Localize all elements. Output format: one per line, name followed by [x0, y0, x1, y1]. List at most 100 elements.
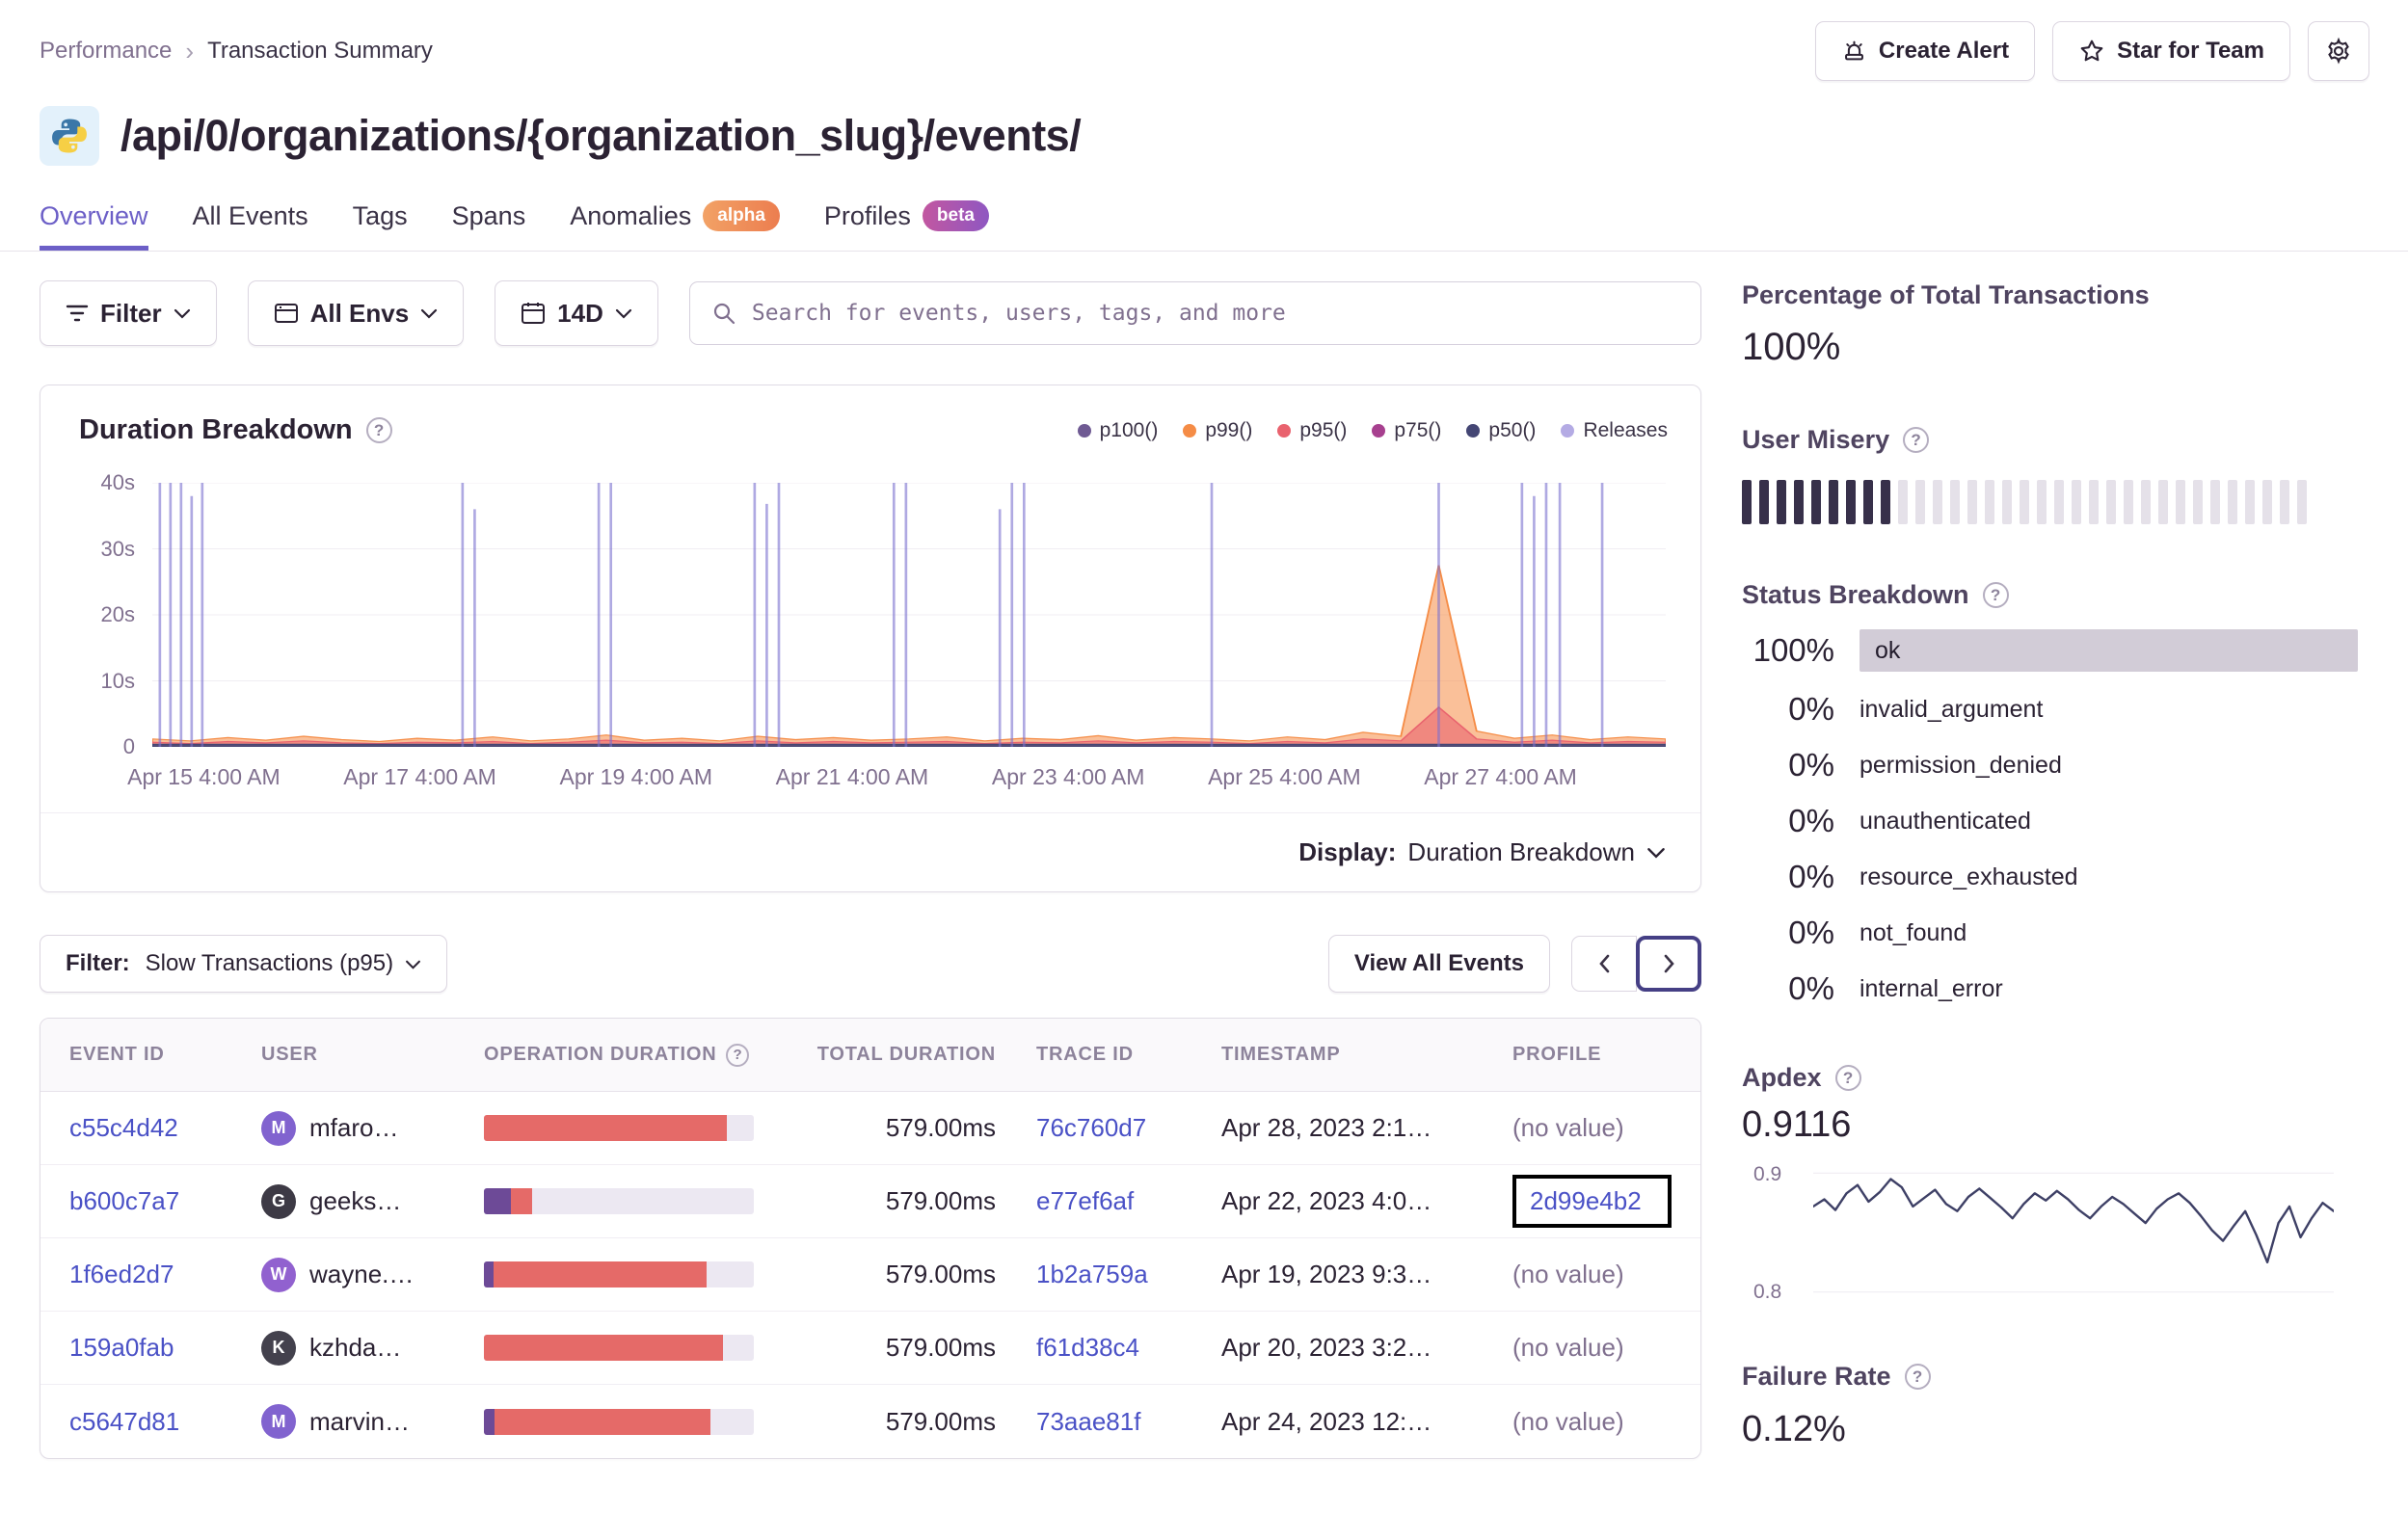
- x-tick: Apr 17 4:00 AM: [343, 764, 496, 789]
- user-misery-bar: [2262, 480, 2272, 524]
- chevron-right-icon: [1664, 954, 1674, 973]
- duration-chart[interactable]: 40s 30s 20s 10s 0 Apr 15 4:00 AM Apr 17 …: [40, 470, 1700, 807]
- pagination: [1571, 936, 1701, 992]
- tab-all-events[interactable]: All Events: [193, 200, 308, 251]
- percent-total-value: 100%: [1742, 326, 1841, 368]
- operation-duration-bar: [484, 1335, 754, 1361]
- avatar: M: [261, 1110, 296, 1146]
- event-id-link[interactable]: c5647d81: [69, 1407, 261, 1437]
- user-misery-bar: [1950, 480, 1960, 524]
- tab-anomalies[interactable]: Anomalies alpha: [570, 200, 780, 251]
- display-dropdown[interactable]: Display: Duration Breakdown: [40, 812, 1700, 891]
- timestamp-cell: Apr 28, 2023 2:1…: [1221, 1113, 1432, 1142]
- legend-item-p95[interactable]: p95(): [1277, 419, 1347, 442]
- python-icon: [40, 106, 99, 166]
- legend-item-p75[interactable]: p75(): [1372, 419, 1441, 442]
- beta-badge: beta: [922, 200, 989, 231]
- tab-profiles[interactable]: Profiles beta: [824, 200, 989, 251]
- topbar: Performance › Transaction Summary Create…: [0, 0, 2408, 81]
- column-trace-id: Trace ID: [1036, 1044, 1134, 1065]
- trace-id-link[interactable]: 1b2a759a: [1036, 1260, 1221, 1289]
- event-id-link[interactable]: b600c7a7: [69, 1186, 261, 1216]
- user-misery-bar: [2054, 480, 2064, 524]
- op-bar-db-segment: [484, 1261, 494, 1287]
- status-breakdown-title: Status Breakdown: [1742, 580, 1969, 609]
- event-id-link[interactable]: 1f6ed2d7: [69, 1260, 261, 1289]
- y-tick: 10s: [100, 668, 135, 693]
- user-name: marvin…: [309, 1406, 411, 1436]
- help-icon[interactable]: ?: [1904, 1364, 1931, 1390]
- help-icon[interactable]: ?: [1903, 427, 1930, 453]
- profile-link[interactable]: 2d99e4b2: [1530, 1186, 1642, 1215]
- legend-label: Releases: [1583, 418, 1668, 441]
- user-cell: Wwayne.…: [261, 1257, 484, 1292]
- filter-controls: Filter All Envs 14D: [40, 280, 1701, 346]
- status-row: 100% ok: [1742, 629, 2358, 672]
- filter-label: Filter: [100, 298, 162, 328]
- gear-icon: [2328, 37, 2349, 65]
- user-misery-bar: [2158, 480, 2168, 524]
- filter-dropdown-button[interactable]: Filter: [40, 280, 217, 346]
- legend-item-releases[interactable]: Releases: [1561, 419, 1668, 442]
- tab-spans[interactable]: Spans: [452, 200, 526, 251]
- user-misery-bar: [2106, 480, 2116, 524]
- x-axis: Apr 15 4:00 AM Apr 17 4:00 AM Apr 19 4:0…: [127, 756, 1666, 807]
- view-all-events-label: View All Events: [1353, 950, 1524, 976]
- star-for-team-button[interactable]: Star for Team: [2052, 21, 2290, 81]
- date-range-dropdown-button[interactable]: 14D: [495, 280, 658, 346]
- legend-item-p100[interactable]: p100(): [1077, 419, 1158, 442]
- display-value: Duration Breakdown: [1407, 837, 1635, 866]
- op-bar-db-segment: [484, 1188, 511, 1214]
- op-bar-http-segment: [495, 1408, 711, 1435]
- total-duration-cell: 579.00ms: [885, 1113, 996, 1142]
- y-axis: 40s 30s 20s 10s 0: [40, 470, 152, 758]
- user-misery-bar: [2245, 480, 2255, 524]
- legend-item-p99[interactable]: p99(): [1183, 419, 1252, 442]
- create-alert-button[interactable]: Create Alert: [1814, 21, 2036, 81]
- operation-duration-cell: [484, 1335, 815, 1361]
- legend-label: p50(): [1488, 418, 1537, 441]
- legend-dot: [1277, 423, 1292, 438]
- trace-id-link[interactable]: f61d38c4: [1036, 1333, 1221, 1363]
- environment-label: All Envs: [309, 298, 410, 328]
- legend-item-p50[interactable]: p50(): [1466, 419, 1536, 442]
- column-user: User: [261, 1044, 318, 1065]
- user-cell: Mmfaro…: [261, 1110, 484, 1146]
- previous-page-button[interactable]: [1571, 936, 1637, 992]
- view-all-events-button[interactable]: View All Events: [1327, 935, 1550, 993]
- next-page-button[interactable]: [1636, 936, 1701, 992]
- apdex-tick: 0.9: [1753, 1163, 1782, 1185]
- op-bar-db-segment: [484, 1408, 495, 1435]
- status-row: 0% not_found: [1742, 915, 2358, 951]
- trace-id-link[interactable]: 73aae81f: [1036, 1407, 1221, 1437]
- tab-overview[interactable]: Overview: [40, 200, 148, 251]
- environment-dropdown-button[interactable]: All Envs: [247, 280, 465, 346]
- failure-rate-section: Failure Rate ? 0.12%: [1742, 1362, 2358, 1450]
- help-icon[interactable]: ?: [1834, 1065, 1861, 1091]
- breadcrumb: Performance › Transaction Summary: [40, 37, 433, 66]
- user-misery-bar: [2193, 480, 2203, 524]
- event-id-link[interactable]: c55c4d42: [69, 1113, 261, 1143]
- x-tick: Apr 19 4:00 AM: [559, 764, 713, 789]
- user-misery-bar: [1829, 480, 1838, 524]
- search-input[interactable]: [751, 282, 1679, 344]
- settings-button[interactable]: [2308, 21, 2369, 81]
- breadcrumb-performance[interactable]: Performance: [40, 38, 172, 65]
- tab-overview-label: Overview: [40, 200, 148, 230]
- help-icon[interactable]: ?: [365, 417, 392, 443]
- user-misery-bar: [2210, 480, 2220, 524]
- status-pct: 0%: [1788, 747, 1834, 783]
- trace-id-link[interactable]: e77ef6af: [1036, 1186, 1221, 1216]
- transactions-filter-dropdown[interactable]: Filter: Slow Transactions (p95): [40, 935, 448, 993]
- top-actions: Create Alert Star for Team: [1814, 21, 2369, 81]
- user-cell: Kkzhda…: [261, 1330, 484, 1366]
- tab-tags[interactable]: Tags: [353, 200, 408, 251]
- help-icon[interactable]: ?: [1982, 582, 2009, 608]
- event-id-link[interactable]: 159a0fab: [69, 1333, 261, 1363]
- user-misery-bar: [2228, 480, 2237, 524]
- avatar: M: [261, 1404, 296, 1439]
- trace-id-link[interactable]: 76c760d7: [1036, 1113, 1221, 1143]
- duration-chart-canvas: [152, 483, 1666, 747]
- help-icon[interactable]: ?: [726, 1043, 750, 1067]
- apdex-title: Apdex: [1742, 1063, 1822, 1092]
